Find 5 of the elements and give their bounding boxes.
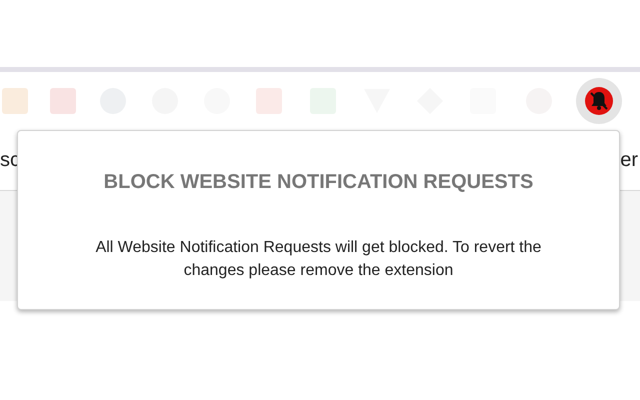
notification-block-button[interactable] <box>576 78 622 124</box>
page-text: er <box>620 148 638 172</box>
crossed-bell-icon <box>584 86 614 116</box>
popup-title: BLOCK WEBSITE NOTIFICATION REQUESTS <box>102 171 534 194</box>
popup-message: All Website Notification Requests will get blocked. To revert the changes please remove the extension <box>94 238 542 281</box>
